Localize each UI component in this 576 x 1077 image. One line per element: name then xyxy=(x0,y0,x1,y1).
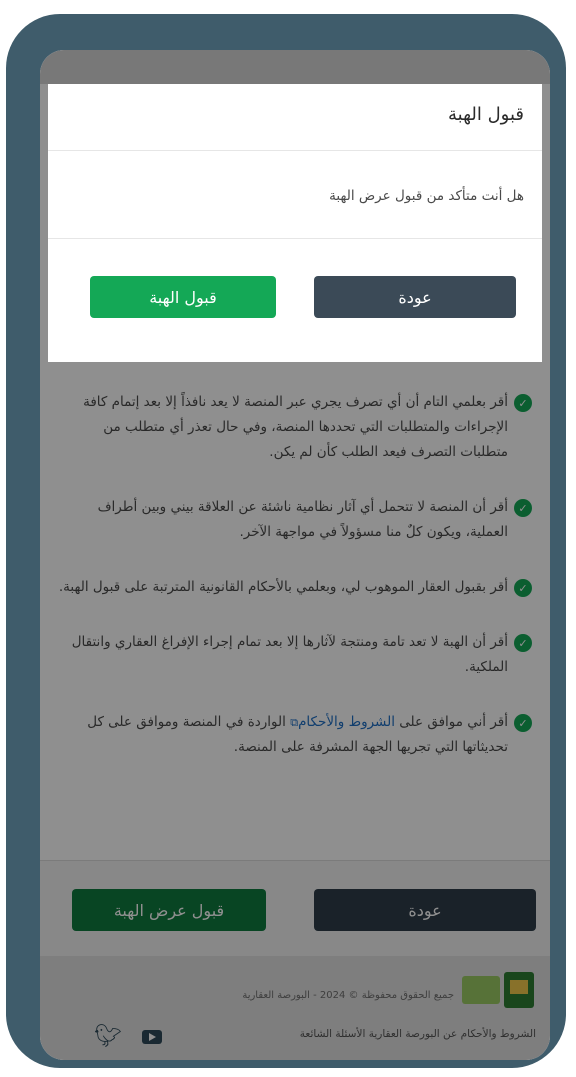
modal-back-button[interactable]: عودة xyxy=(314,276,516,318)
device-frame: ✓ أقر بعلمي التام أن أي تصرف يجري عبر ال… xyxy=(6,14,566,1068)
modal-divider xyxy=(48,238,542,239)
app-screen: ✓ أقر بعلمي التام أن أي تصرف يجري عبر ال… xyxy=(40,50,550,1060)
modal-message: هل أنت متأكد من قبول عرض الهبة xyxy=(329,188,524,204)
confirm-modal: قبول الهبة هل أنت متأكد من قبول عرض الهب… xyxy=(48,84,542,362)
accept-gift-button[interactable]: قبول الهبة xyxy=(90,276,276,318)
modal-title: قبول الهبة xyxy=(448,104,524,125)
modal-divider xyxy=(48,150,542,151)
